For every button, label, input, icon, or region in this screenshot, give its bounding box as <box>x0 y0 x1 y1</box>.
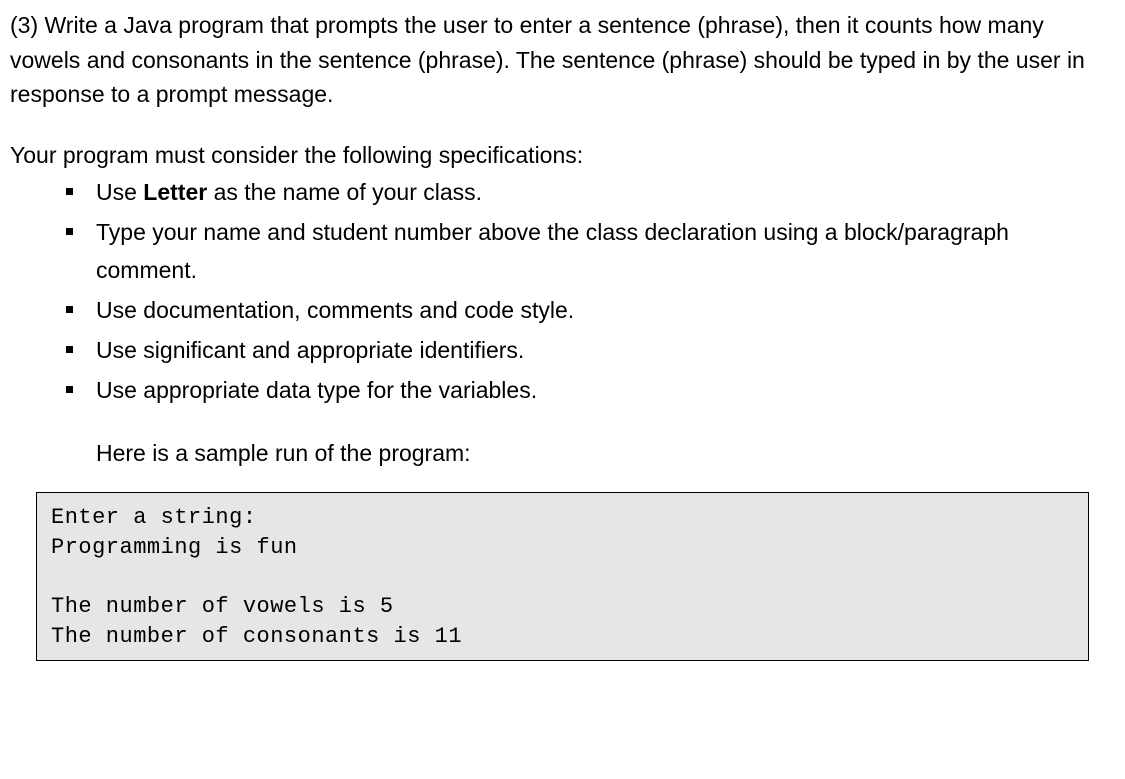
spec-item: Use significant and appropriate identifi… <box>66 332 1115 370</box>
spec-text-bold: Letter <box>143 179 207 205</box>
spec-item: Use appropriate data type for the variab… <box>66 372 1115 410</box>
specs-list: Use Letter as the name of your class. Ty… <box>10 174 1115 410</box>
question-prompt: (3) Write a Java program that prompts th… <box>10 8 1115 112</box>
sample-output-box: Enter a string: Programming is fun The n… <box>36 492 1089 660</box>
spec-item: Use Letter as the name of your class. <box>66 174 1115 212</box>
spec-text-post: as the name of your class. <box>207 179 482 205</box>
specs-intro: Your program must consider the following… <box>10 138 1115 173</box>
sample-run-label: Here is a sample run of the program: <box>10 436 1115 471</box>
spec-text-pre: Use <box>96 179 143 205</box>
spec-text: Use appropriate data type for the variab… <box>96 377 537 403</box>
spec-text: Use significant and appropriate identifi… <box>96 337 524 363</box>
spec-text: Use documentation, comments and code sty… <box>96 297 574 323</box>
spec-item: Type your name and student number above … <box>66 214 1115 290</box>
spec-text: Type your name and student number above … <box>96 219 1009 283</box>
spec-item: Use documentation, comments and code sty… <box>66 292 1115 330</box>
